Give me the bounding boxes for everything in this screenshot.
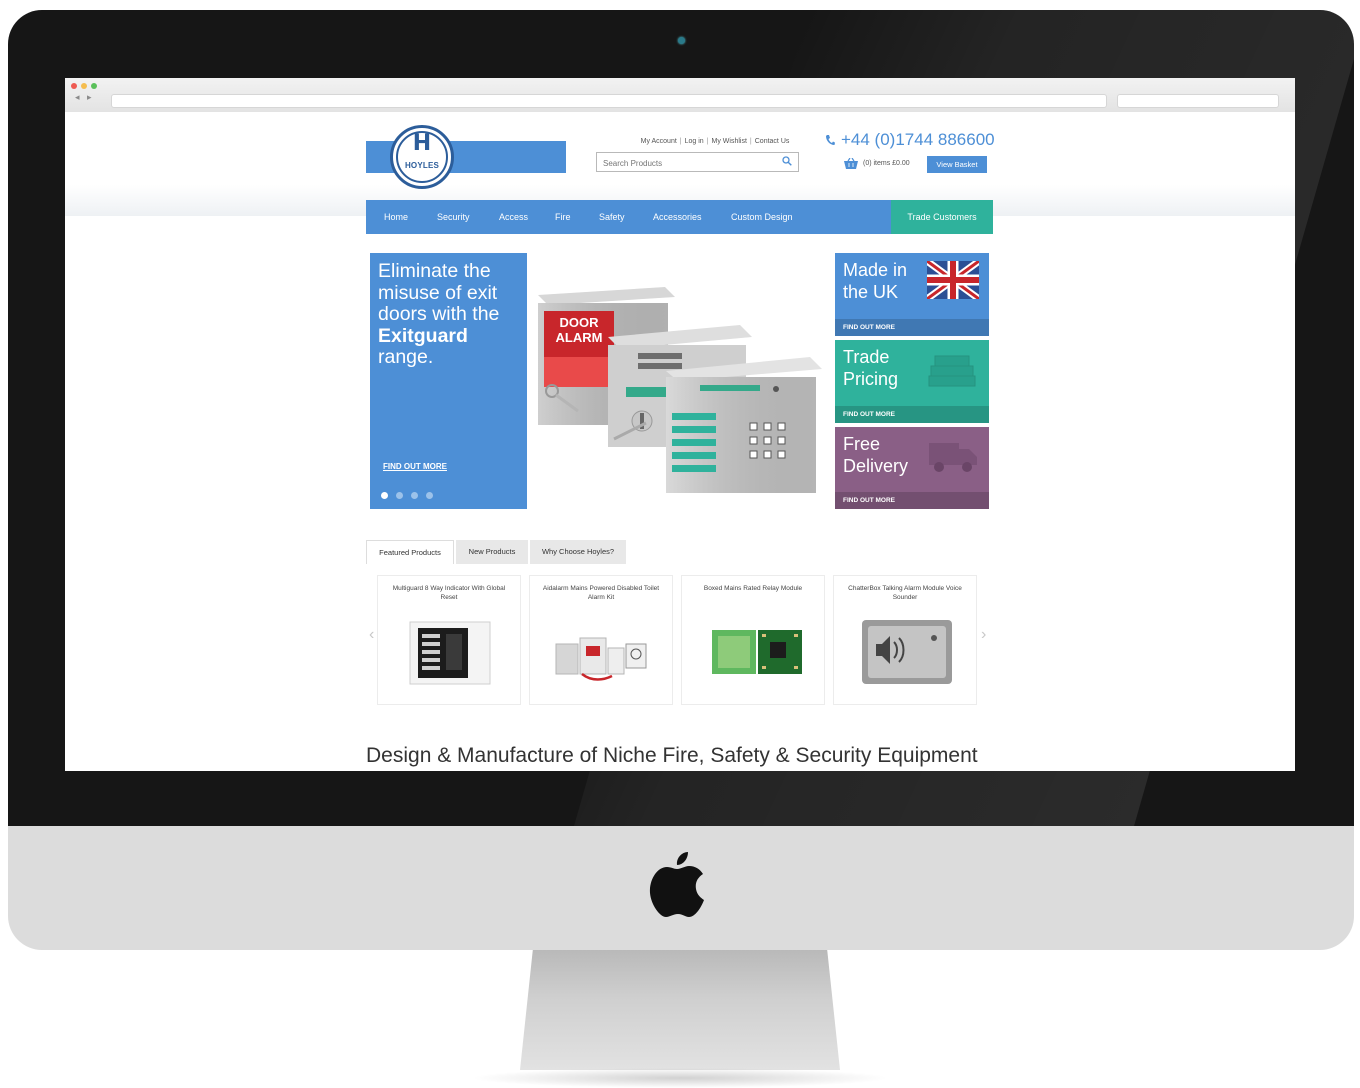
carousel-prev-arrow-icon[interactable]: ‹ xyxy=(369,626,374,644)
product-image xyxy=(409,621,491,685)
nav-trade-customers[interactable]: Trade Customers xyxy=(891,200,993,234)
slider-dot-3[interactable] xyxy=(411,492,418,499)
promo-free-delivery[interactable]: Free Delivery FIND OUT MORE xyxy=(835,427,989,509)
nav-security[interactable]: Security xyxy=(437,200,470,234)
address-bar[interactable] xyxy=(111,94,1107,108)
promo-made-in-uk[interactable]: Made in the UK FIND OUT MORE xyxy=(835,253,989,336)
carousel-next-arrow-icon[interactable]: › xyxy=(981,626,986,644)
screen: ◂ ▸ H HOYLES My Account | Log in | My Wishli… xyxy=(65,78,1295,771)
browser-chrome: ◂ ▸ xyxy=(65,78,1295,113)
nav-fire[interactable]: Fire xyxy=(555,200,571,234)
product-image xyxy=(555,637,647,681)
apple-logo-icon xyxy=(649,852,704,917)
slider-dot-1[interactable] xyxy=(381,492,388,499)
nav-access[interactable]: Access xyxy=(499,200,528,234)
slider-dot-4[interactable] xyxy=(426,492,433,499)
logo-text: HOYLES xyxy=(404,161,440,170)
tab-why-choose-hoyles[interactable]: Why Choose Hoyles? xyxy=(530,540,626,564)
tab-featured-products[interactable]: Featured Products xyxy=(366,540,454,564)
door-alarm-label: DOOR ALARM xyxy=(556,315,603,345)
back-arrow-icon[interactable]: ◂ xyxy=(75,92,80,103)
search-icon[interactable] xyxy=(782,156,792,166)
promo-link[interactable]: FIND OUT MORE xyxy=(843,496,895,506)
logo-h-icon: H xyxy=(412,131,432,156)
money-stack-icon xyxy=(928,355,976,387)
nav-home[interactable]: Home xyxy=(384,200,408,234)
product-name: Aidalarm Mains Powered Disabled Toilet A… xyxy=(542,585,660,601)
log-in-link[interactable]: Log in xyxy=(685,138,704,145)
promo-link[interactable]: FIND OUT MORE xyxy=(843,410,895,420)
nav-custom-design[interactable]: Custom Design xyxy=(731,200,793,234)
monitor-stand xyxy=(520,950,840,1070)
product-name: Boxed Mains Rated Relay Module xyxy=(703,585,803,592)
contact-us-link[interactable]: Contact Us xyxy=(755,138,790,145)
phone-icon xyxy=(826,135,835,145)
tab-new-products[interactable]: New Products xyxy=(456,540,528,564)
promo-title: Trade Pricing xyxy=(843,347,899,389)
browser-search-field[interactable] xyxy=(1117,94,1279,108)
hero-headline: Eliminate the misuse of exit doors with … xyxy=(378,260,520,381)
webcam xyxy=(678,37,685,44)
forward-arrow-icon[interactable]: ▸ xyxy=(87,92,92,103)
union-jack-flag-icon xyxy=(927,261,979,299)
my-wishlist-link[interactable]: My Wishlist xyxy=(712,138,747,145)
nav-safety[interactable]: Safety xyxy=(599,200,625,234)
hero-line1: Eliminate the misuse of exit doors with … xyxy=(378,260,500,325)
product-card[interactable]: Aidalarm Mains Powered Disabled Toilet A… xyxy=(529,575,673,705)
promo-trade-pricing[interactable]: Trade Pricing FIND OUT MORE xyxy=(835,340,989,423)
promo-title: Free Delivery xyxy=(843,434,909,476)
hero-highlight: Exitguard xyxy=(378,324,468,347)
minimize-window-button[interactable] xyxy=(81,83,87,89)
product-image xyxy=(862,620,952,684)
main-navigation: Home Security Access Fire Safety Accesso… xyxy=(366,200,892,234)
slider-dot-2[interactable] xyxy=(396,492,403,499)
product-search xyxy=(596,152,799,173)
product-card[interactable]: Multiguard 8 Way Indicator With Global R… xyxy=(377,575,521,705)
hero-line2: range. xyxy=(378,346,434,368)
account-links: My Account | Log in | My Wishlist | Contact Us xyxy=(640,138,790,145)
my-account-link[interactable]: My Account xyxy=(641,138,677,145)
product-name: Multiguard 8 Way Indicator With Global R… xyxy=(392,585,506,601)
view-basket-button[interactable]: View Basket xyxy=(927,156,987,173)
close-window-button[interactable] xyxy=(71,83,77,89)
hero-find-out-more-link[interactable]: FIND OUT MORE xyxy=(383,462,483,472)
product-image xyxy=(712,630,802,674)
promo-title: Made in the UK xyxy=(843,260,908,302)
stand-shadow xyxy=(470,1068,890,1088)
delivery-van-icon xyxy=(929,443,977,472)
nav-accessories[interactable]: Accessories xyxy=(653,200,702,234)
product-name: ChatterBox Talking Alarm Module Voice So… xyxy=(848,585,962,601)
product-card[interactable]: ChatterBox Talking Alarm Module Voice So… xyxy=(833,575,977,705)
page-tagline: Design & Manufacture of Niche Fire, Safe… xyxy=(366,744,978,767)
product-tabs: Featured Products New Products Why Choos… xyxy=(366,540,626,564)
search-input[interactable] xyxy=(597,154,779,173)
promo-link[interactable]: FIND OUT MORE xyxy=(843,323,895,333)
phone-number[interactable]: +44 (0)1744 886600 xyxy=(841,130,1011,150)
product-card[interactable]: Boxed Mains Rated Relay Module xyxy=(681,575,825,705)
basket-summary: (0) items £0.00 xyxy=(863,160,910,167)
basket-icon[interactable] xyxy=(843,158,859,170)
maximize-window-button[interactable] xyxy=(91,83,97,89)
